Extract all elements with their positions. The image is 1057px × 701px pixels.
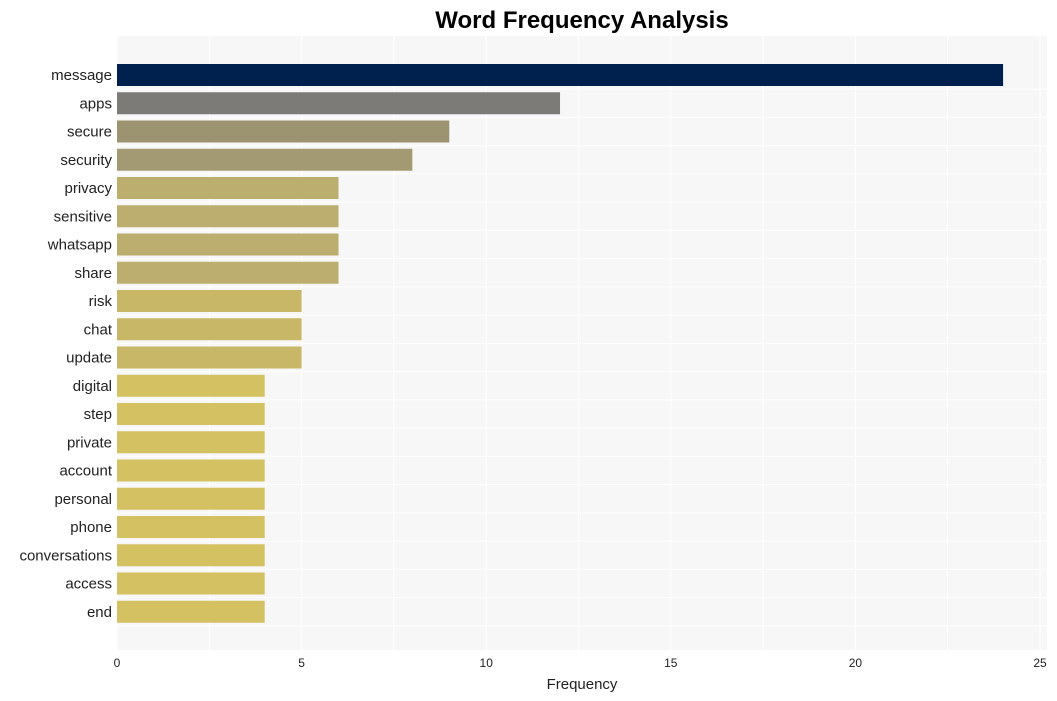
y-tick-label: phone — [70, 519, 112, 536]
y-tick-label: access — [65, 576, 112, 593]
y-tick-label: risk — [89, 293, 113, 310]
y-tick-label: message — [51, 67, 112, 84]
bar-whatsapp — [117, 233, 339, 256]
chart-title: Word Frequency Analysis — [435, 7, 728, 34]
y-tick-label: privacy — [64, 180, 112, 197]
bar-apps — [117, 92, 561, 115]
y-tick-label: update — [66, 350, 112, 367]
bar-conversations — [117, 544, 265, 567]
bar-message — [117, 64, 1004, 86]
x-tick-label: 15 — [664, 656, 678, 670]
bar-access — [117, 572, 265, 595]
bar-security — [117, 148, 413, 171]
y-tick-label: end — [87, 604, 112, 621]
bar-private — [117, 431, 265, 454]
y-tick-label: share — [74, 265, 112, 282]
y-tick-label: digital — [73, 378, 112, 395]
x-tick-label: 10 — [480, 656, 494, 670]
y-tick-label: apps — [79, 95, 112, 112]
bar-risk — [117, 290, 302, 312]
y-tick-label: secure — [67, 124, 112, 141]
y-tick-label: step — [84, 406, 112, 423]
bar-share — [117, 261, 339, 284]
bar-account — [117, 459, 265, 482]
x-tick-label: 5 — [298, 656, 305, 670]
bar-end — [117, 600, 265, 623]
y-tick-label: whatsapp — [47, 237, 112, 254]
bar-chart: message apps secure security privacy sensitiv… — [19, 7, 1047, 693]
bar-update — [117, 346, 302, 369]
y-tick-label: security — [60, 152, 112, 169]
bar-step — [117, 403, 265, 425]
x-tick-label: 20 — [849, 656, 863, 670]
y-axis-labels: message apps secure security privacy sensitiv… — [19, 67, 112, 621]
bar-digital — [117, 374, 265, 397]
bar-privacy — [117, 177, 339, 199]
y-tick-label: account — [59, 463, 112, 480]
y-tick-label: private — [67, 434, 112, 451]
bar-secure — [117, 120, 450, 143]
y-tick-label: conversations — [19, 547, 112, 564]
x-tick-label: 25 — [1033, 656, 1047, 670]
x-tick-label: 0 — [114, 656, 121, 670]
bar-phone — [117, 516, 265, 538]
bar-personal — [117, 487, 265, 510]
y-tick-label: chat — [84, 321, 113, 338]
bar-chat — [117, 318, 302, 341]
y-tick-label: personal — [54, 491, 112, 508]
x-axis-ticks: 0 5 10 15 20 25 — [114, 656, 1047, 670]
bar-sensitive — [117, 205, 339, 228]
y-tick-label: sensitive — [54, 208, 112, 225]
x-axis-label: Frequency — [547, 676, 618, 693]
